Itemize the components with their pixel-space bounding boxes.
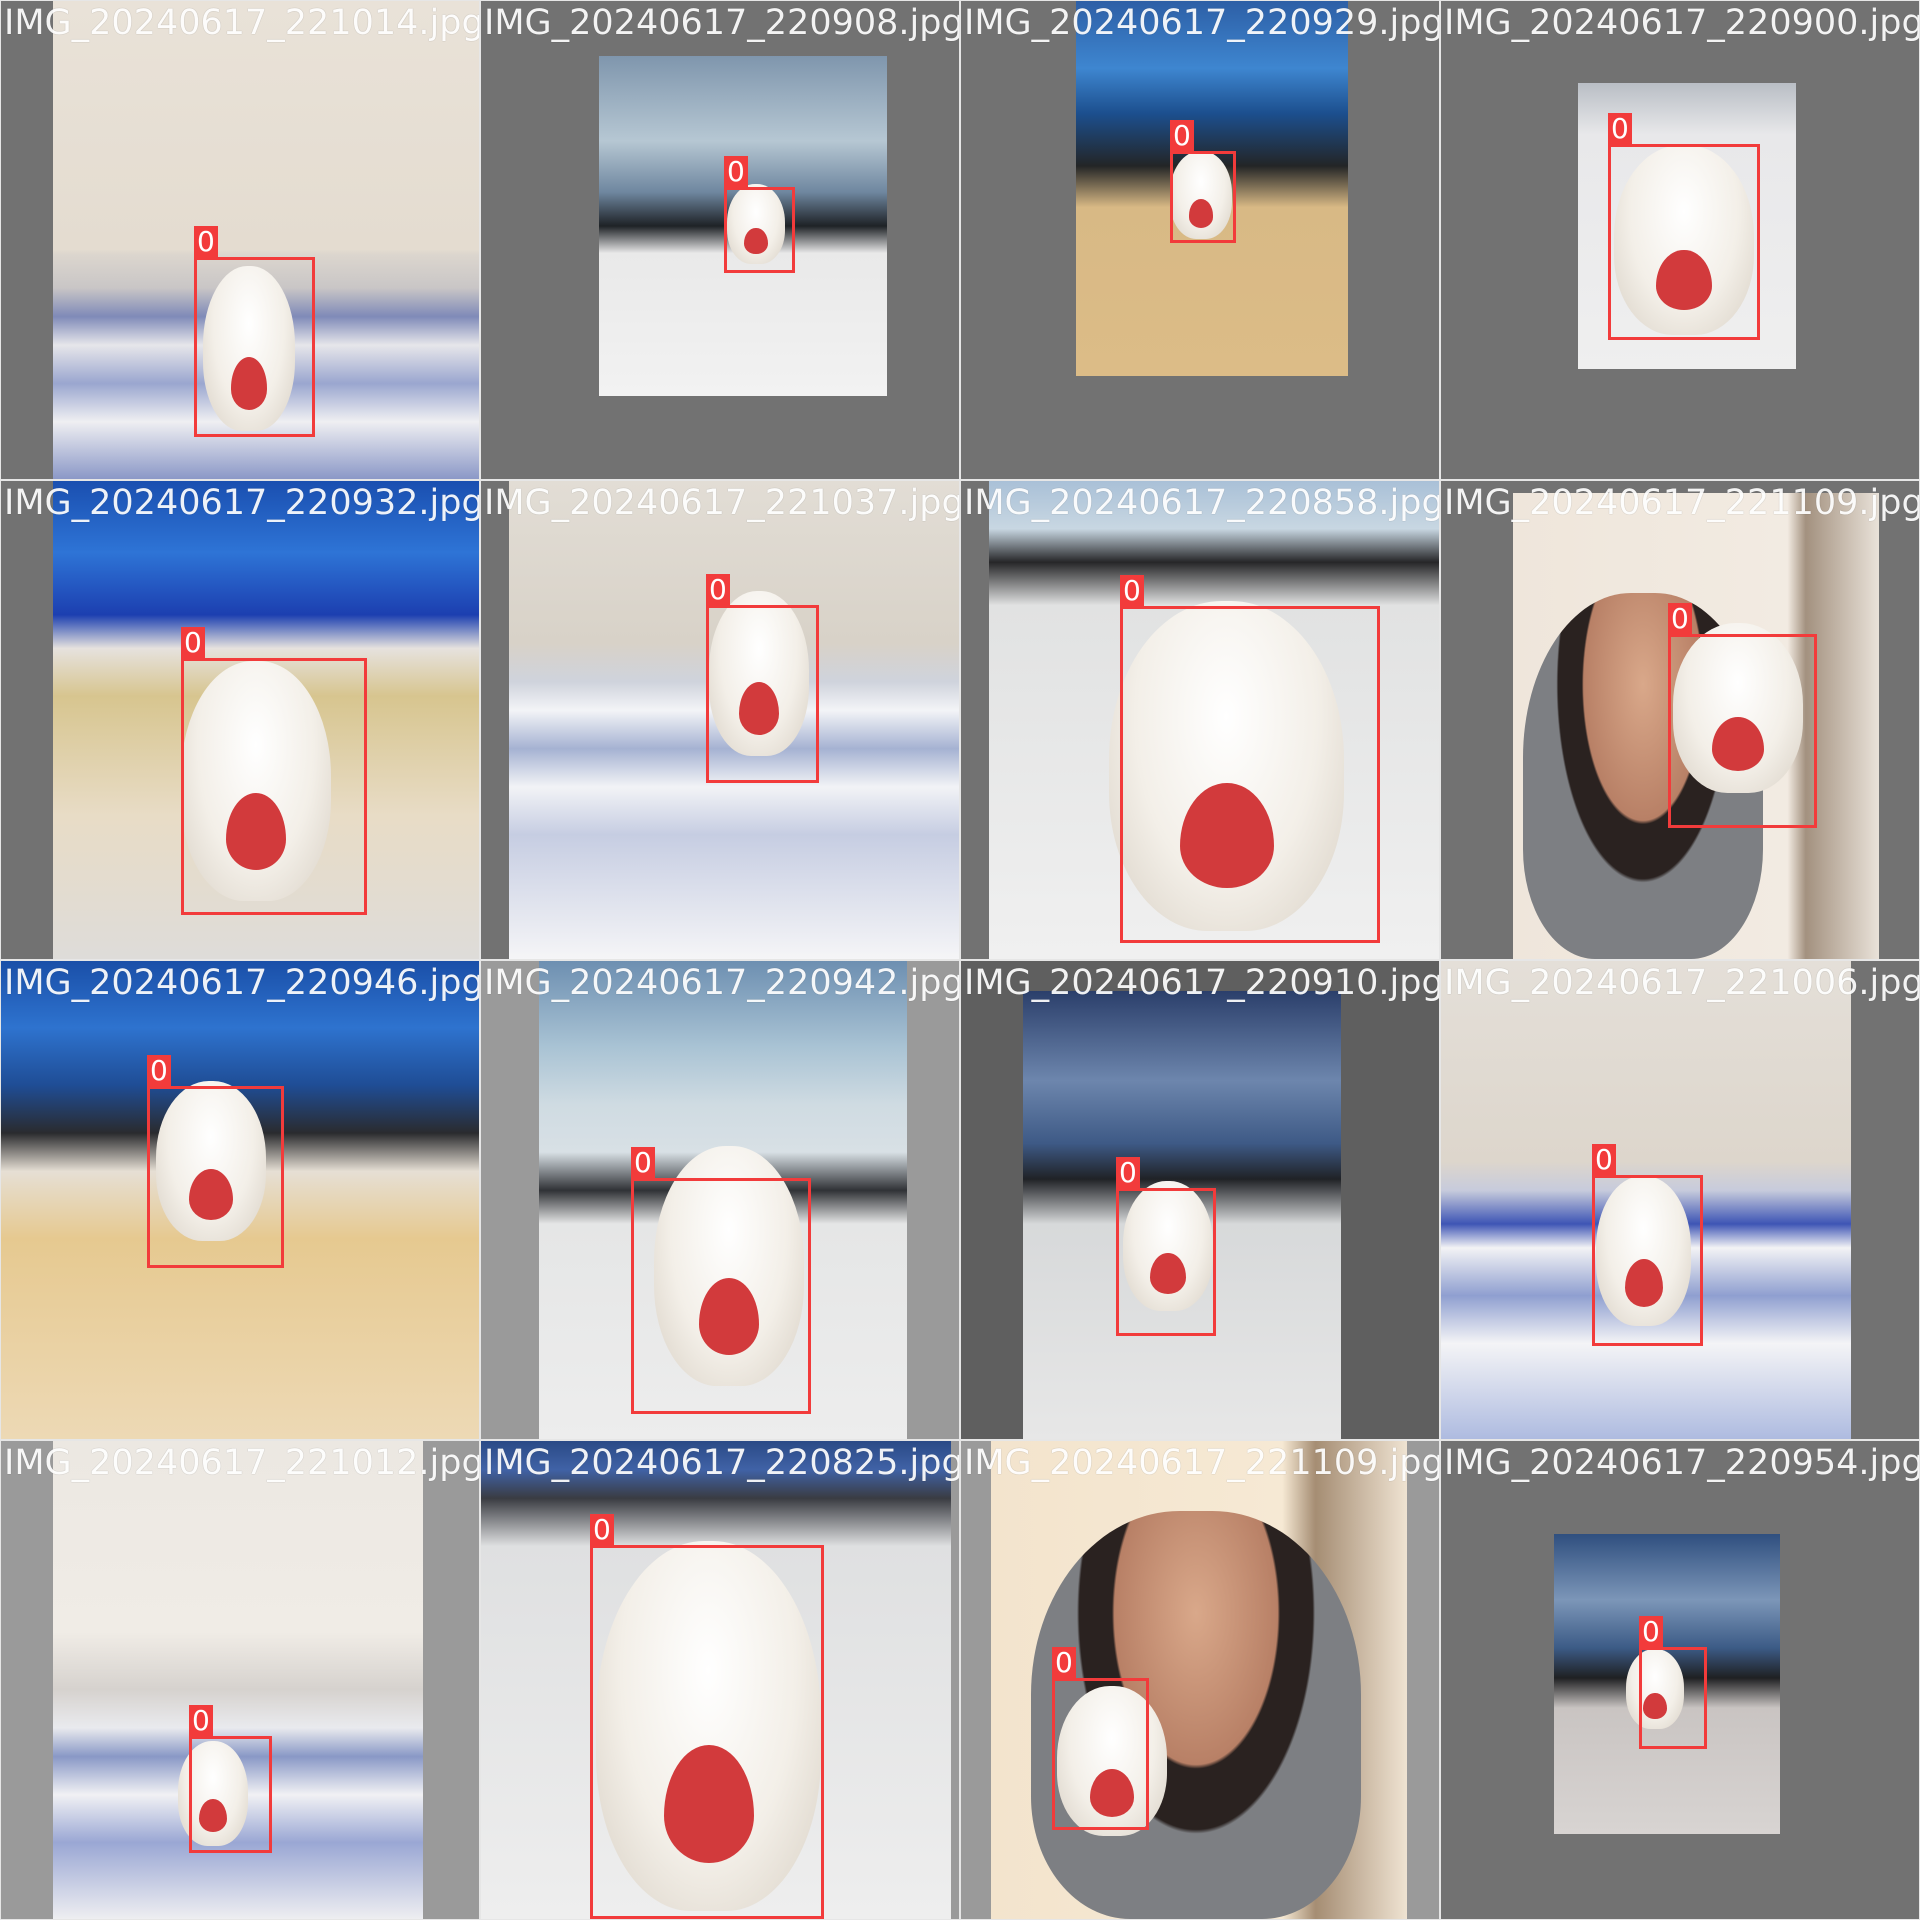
bounding-box: 0 <box>1116 1157 1216 1336</box>
image-filename: IMG_20240617_220954.jpg <box>1444 1443 1919 1483</box>
class-label: 0 <box>724 156 748 188</box>
bounding-box: 0 <box>1592 1144 1703 1346</box>
image-grid: 0 IMG_20240617_221014.jpg 0 IMG_20240617… <box>0 0 1920 1920</box>
image-filename: IMG_20240617_220825.jpg <box>484 1443 959 1483</box>
image-filename: IMG_20240617_220932.jpg <box>4 483 479 523</box>
grid-tile: 0 IMG_20240617_220932.jpg <box>1 481 479 959</box>
image-filename: IMG_20240617_220942.jpg <box>484 963 959 1003</box>
class-label: 0 <box>1170 120 1194 152</box>
grid-tile: 0 IMG_20240617_221012.jpg <box>1 1441 479 1919</box>
bounding-box: 0 <box>147 1055 284 1268</box>
class-label: 0 <box>706 574 730 606</box>
image-filename: IMG_20240617_221012.jpg <box>4 1443 479 1483</box>
image-filename: IMG_20240617_221014.jpg <box>4 3 479 43</box>
class-label: 0 <box>1639 1616 1663 1648</box>
bounding-box: 0 <box>590 1514 824 1919</box>
class-label: 0 <box>1052 1647 1076 1679</box>
image-filename: IMG_20240617_220910.jpg <box>964 963 1439 1003</box>
image-filename: IMG_20240617_221037.jpg <box>484 483 959 523</box>
bounding-box: 0 <box>1052 1647 1149 1830</box>
grid-tile: 0 IMG_20240617_220858.jpg <box>961 481 1439 959</box>
grid-tile: 0 IMG_20240617_220942.jpg <box>481 961 959 1439</box>
class-label: 0 <box>1668 603 1692 635</box>
bounding-box: 0 <box>631 1147 811 1414</box>
image-filename: IMG_20240617_220900.jpg <box>1444 3 1919 43</box>
grid-tile: 0 IMG_20240617_221014.jpg <box>1 1 479 479</box>
class-label: 0 <box>1592 1144 1616 1176</box>
class-label: 0 <box>147 1055 171 1087</box>
class-label: 0 <box>1116 1157 1140 1189</box>
image-filename: IMG_20240617_220946.jpg <box>4 963 479 1003</box>
grid-tile: 0 IMG_20240617_220929.jpg <box>961 1 1439 479</box>
bounding-box: 0 <box>706 574 819 783</box>
grid-tile: 0 IMG_20240617_220954.jpg <box>1441 1441 1919 1919</box>
bounding-box: 0 <box>1120 575 1380 943</box>
grid-tile: 0 IMG_20240617_220825.jpg <box>481 1441 959 1919</box>
image-filename: IMG_20240617_220858.jpg <box>964 483 1439 523</box>
bounding-box: 0 <box>1639 1616 1707 1749</box>
grid-tile: 0 IMG_20240617_221037.jpg <box>481 481 959 959</box>
class-label: 0 <box>189 1705 213 1737</box>
bounding-box: 0 <box>194 226 315 437</box>
grid-tile: 0 IMG_20240617_220900.jpg <box>1441 1 1919 479</box>
bounding-box: 0 <box>181 627 367 915</box>
image-filename: IMG_20240617_220929.jpg <box>964 3 1439 43</box>
image-filename: IMG_20240617_221006.jpg <box>1444 963 1919 1003</box>
class-label: 0 <box>194 226 218 258</box>
class-label: 0 <box>181 627 205 659</box>
grid-tile: 0 IMG_20240617_220910.jpg <box>961 961 1439 1439</box>
grid-tile: 0 IMG_20240617_221109.jpg <box>1441 481 1919 959</box>
bounding-box: 0 <box>189 1705 272 1853</box>
image-filename: IMG_20240617_220908.jpg <box>484 3 959 43</box>
image-filename: IMG_20240617_221109.jpg <box>964 1443 1439 1483</box>
grid-tile: 0 IMG_20240617_221006.jpg <box>1441 961 1919 1439</box>
class-label: 0 <box>1120 575 1144 607</box>
class-label: 0 <box>590 1514 614 1546</box>
image-filename: IMG_20240617_221109.jpg <box>1444 483 1919 523</box>
bounding-box: 0 <box>1608 113 1760 340</box>
grid-tile: 0 IMG_20240617_221109.jpg <box>961 1441 1439 1919</box>
grid-tile: 0 IMG_20240617_220946.jpg <box>1 961 479 1439</box>
class-label: 0 <box>1608 113 1632 145</box>
bounding-box: 0 <box>1170 120 1236 243</box>
bounding-box: 0 <box>724 156 795 273</box>
class-label: 0 <box>631 1147 655 1179</box>
grid-tile: 0 IMG_20240617_220908.jpg <box>481 1 959 479</box>
bounding-box: 0 <box>1668 603 1817 828</box>
